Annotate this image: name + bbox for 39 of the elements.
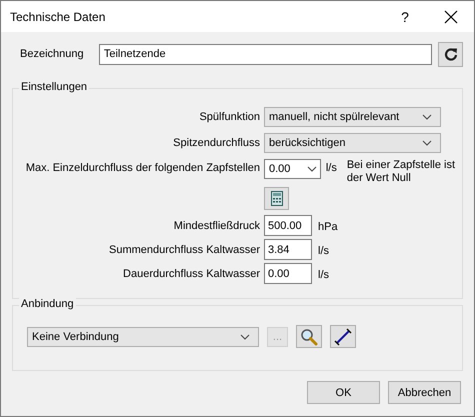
chevron-down-icon (306, 166, 317, 172)
connection-dropdown[interactable]: Keine Verbindung (27, 326, 259, 346)
calculator-button[interactable] (264, 187, 289, 210)
measure-line-button[interactable] (330, 325, 356, 348)
group-title: Anbindung (19, 298, 76, 310)
unit-label: l/s (318, 245, 329, 257)
help-button[interactable]: ? (382, 1, 428, 32)
field-label: Spitzendurchfluss (173, 137, 260, 149)
field-label: Dauerdurchfluss Kaltwasser (123, 268, 260, 280)
unit-label: l/s (318, 269, 329, 281)
ok-button[interactable]: OK (307, 381, 380, 404)
value-field[interactable]: 3.84 (264, 239, 312, 260)
hint-text: Bei einer Zapfstelle ist der Wert Null (346, 159, 456, 185)
field-label: Spülfunktion (199, 111, 260, 123)
value-field[interactable]: 0.00 (264, 263, 312, 284)
window-title: Technische Daten (10, 10, 106, 24)
combo-box[interactable]: 0.00 (264, 159, 321, 179)
dropdown[interactable]: berücksichtigen (264, 133, 441, 153)
search-button[interactable] (296, 325, 322, 348)
calculator-icon (270, 191, 282, 206)
field-label: Max. Einzeldurchfluss der folgenden Zapfstellen (26, 162, 260, 174)
refresh-icon (444, 47, 458, 61)
dropdown[interactable]: manuell, nicht spülrelevant (264, 107, 441, 127)
chevron-down-icon (240, 334, 250, 340)
cancel-button[interactable]: Abbrechen (388, 381, 461, 404)
search-icon (300, 328, 318, 346)
name-label: Bezeichnung (19, 48, 85, 60)
name-field[interactable]: Teilnetzende (98, 44, 432, 64)
refresh-button[interactable] (438, 42, 464, 66)
field-label: Mindestfließdruck (174, 220, 260, 232)
chevron-down-icon (422, 114, 432, 120)
chevron-down-icon (422, 140, 432, 146)
field-label: Summendurchfluss Kaltwasser (108, 244, 260, 256)
dimension-line-icon (334, 328, 352, 346)
group-title: Einstellungen (19, 81, 90, 93)
value-field[interactable]: 500.00 (264, 215, 312, 236)
unit-label: hPa (318, 221, 338, 233)
unit-label: l/s (326, 162, 337, 174)
close-icon (444, 10, 458, 24)
